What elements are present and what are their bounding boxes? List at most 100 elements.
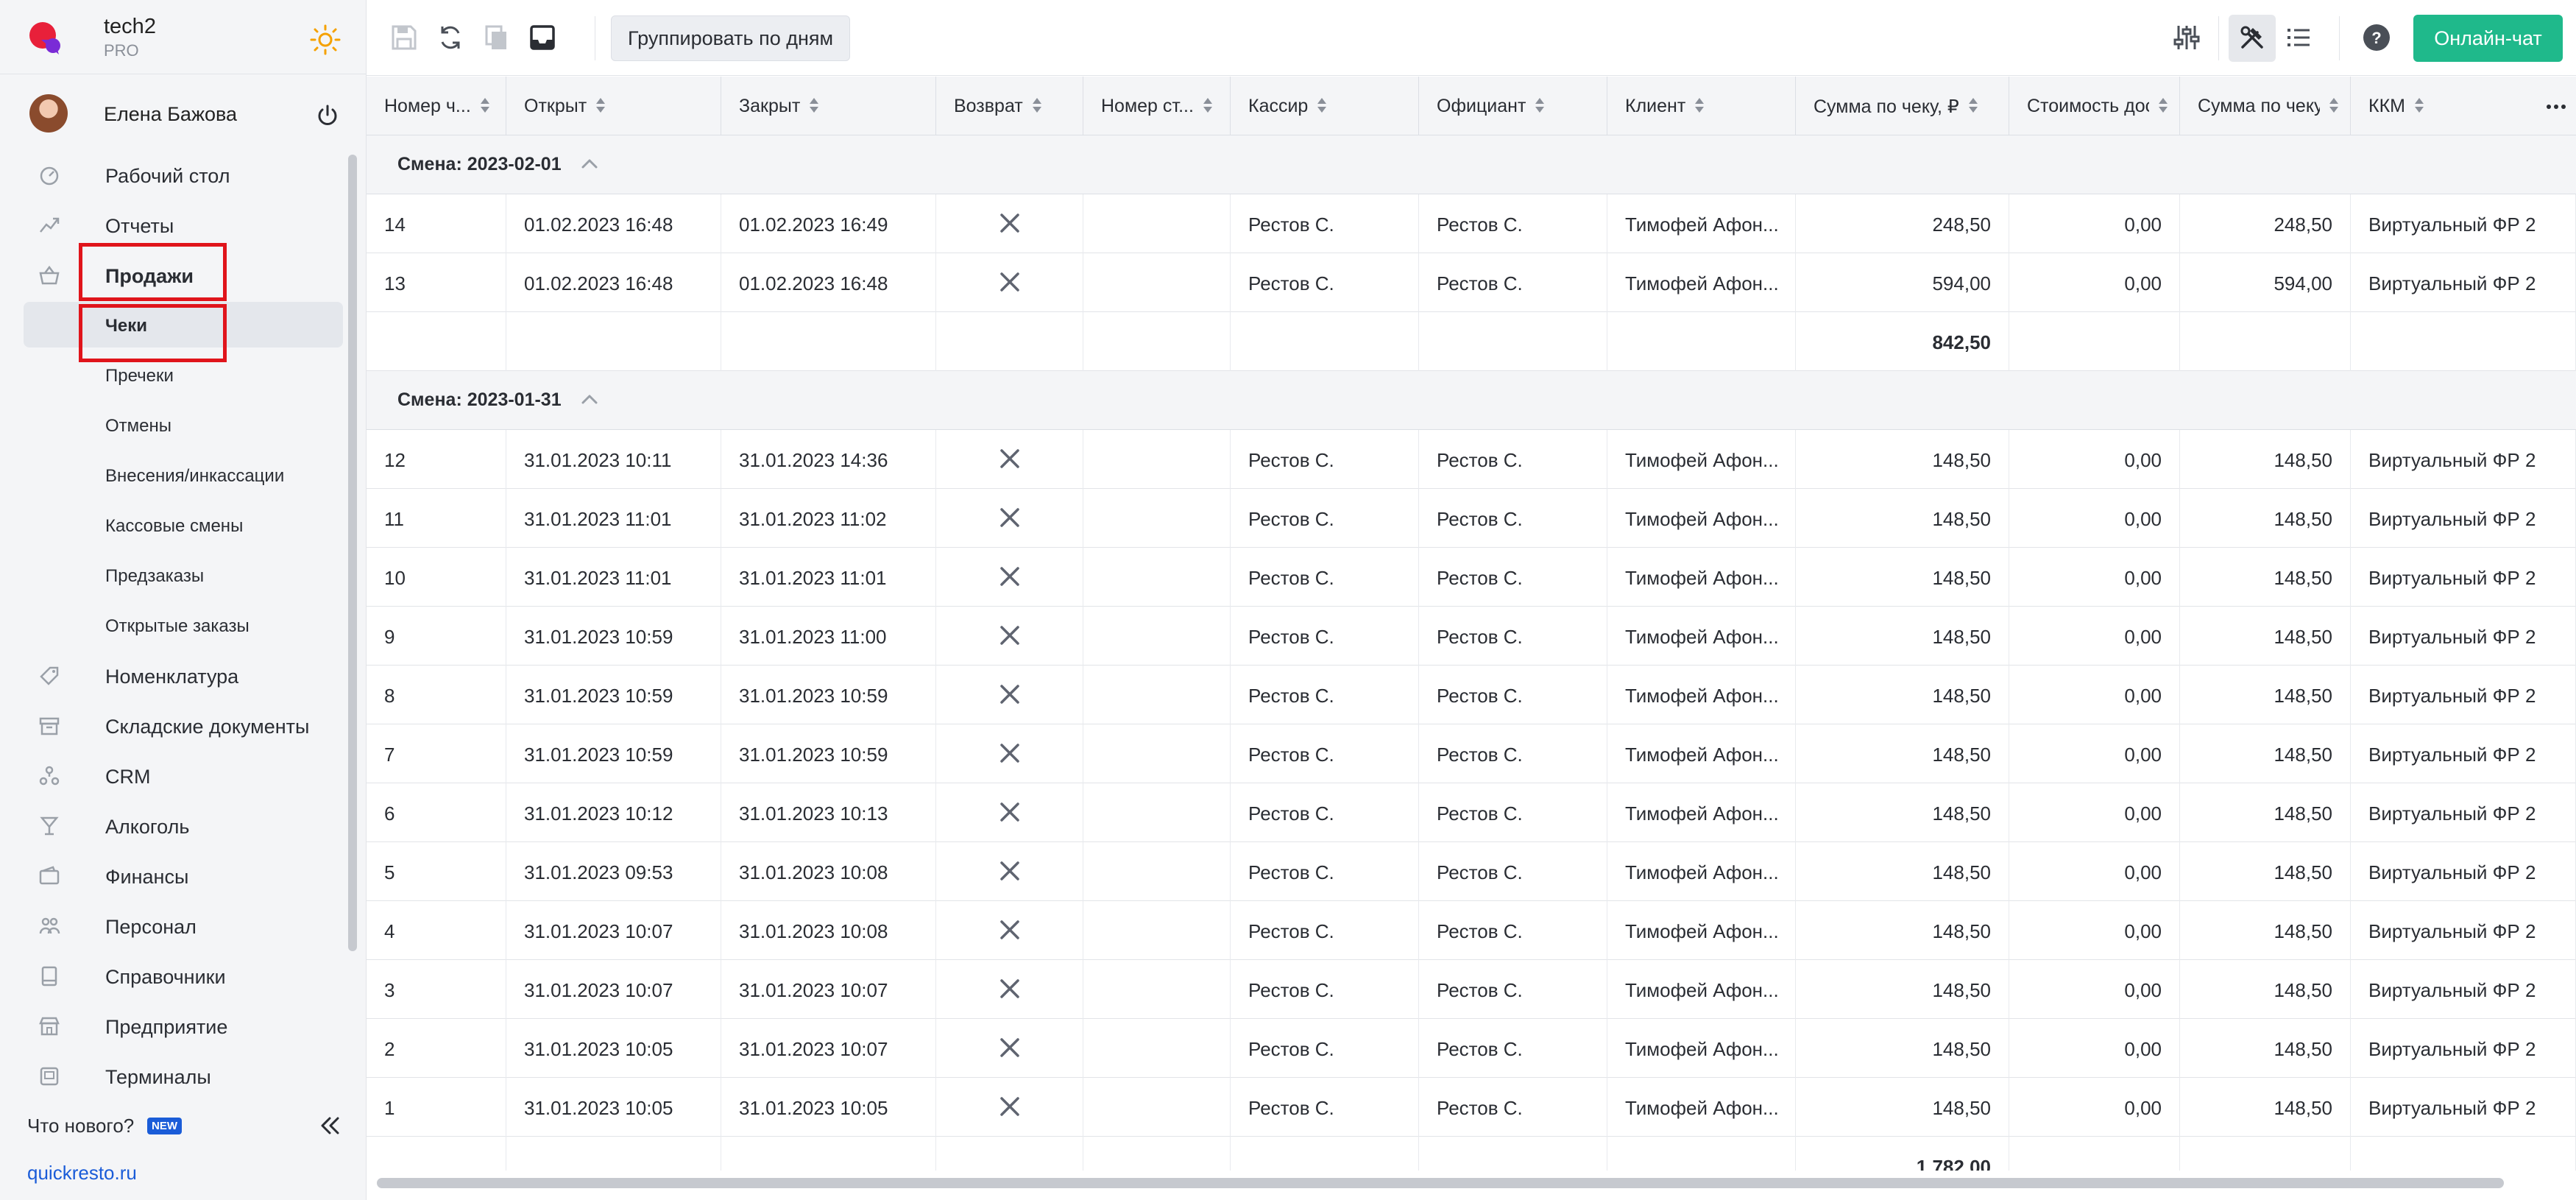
column-header-kkm[interactable]: ККМ <box>2351 77 2576 135</box>
sidebar-item-cash-operations[interactable]: Внесения/инкассации <box>0 452 346 498</box>
user-profile[interactable]: Елена Бажова <box>0 87 367 143</box>
sidebar-item-label: Алкоголь <box>105 816 190 838</box>
sidebar-item-crm[interactable]: CRM <box>0 752 346 798</box>
help-icon[interactable]: ? <box>2361 22 2392 53</box>
list-icon[interactable] <box>2283 22 2314 53</box>
column-header-client[interactable]: Клиент <box>1607 77 1796 135</box>
online-chat-button[interactable]: Онлайн-чат <box>2413 15 2563 62</box>
whats-new-link[interactable]: Что нового? <box>27 1115 134 1137</box>
sidebar-scrollbar[interactable] <box>348 155 357 951</box>
more-columns-icon[interactable] <box>2545 96 2567 118</box>
save-icon[interactable] <box>389 22 420 53</box>
sidebar-item-receipts[interactable]: Чеки <box>24 302 343 347</box>
no-refund-icon <box>1000 272 1019 292</box>
inbox-icon[interactable] <box>527 22 558 53</box>
shift-group-row[interactable]: Смена: 2023-01-31 <box>367 371 2576 430</box>
cell-cashier: Рестов С. <box>1231 783 1419 842</box>
sidebar-item-shifts[interactable]: Кассовые смены <box>0 502 346 548</box>
column-header-cashier[interactable]: Кассир <box>1231 77 1419 135</box>
cell-text: 31.01.2023 10:08 <box>739 920 888 942</box>
table-row[interactable]: 9 31.01.2023 10:59 31.01.2023 11:00 Рестов … <box>367 607 2576 666</box>
column-header-sum[interactable]: Сумма по чеку, ₽ <box>1796 77 2009 135</box>
people-icon <box>39 766 60 786</box>
refresh-icon[interactable] <box>435 22 466 53</box>
sort-icon[interactable] <box>1203 96 1213 114</box>
sidebar-item-label: Чеки <box>105 316 147 336</box>
sort-icon[interactable] <box>1968 96 1978 114</box>
sort-icon[interactable] <box>480 96 490 114</box>
table-row[interactable]: 3 31.01.2023 10:07 31.01.2023 10:07 Рестов … <box>367 960 2576 1019</box>
cell-text: 0,00 <box>2124 626 2162 648</box>
table-row[interactable]: 2 31.01.2023 10:05 31.01.2023 10:07 Рестов … <box>367 1019 2576 1078</box>
cell-refund <box>936 607 1083 666</box>
collapse-sidebar-icon[interactable] <box>316 1112 343 1139</box>
table-row[interactable]: 14 01.02.2023 16:48 01.02.2023 16:49 Рестов… <box>367 194 2576 253</box>
sort-icon[interactable] <box>1317 96 1327 114</box>
sidebar-item-enterprise[interactable]: Предприятие <box>0 1003 346 1048</box>
table-row[interactable]: 7 31.01.2023 10:59 31.01.2023 10:59 Рестов … <box>367 724 2576 783</box>
sidebar-item-cancellations[interactable]: Отмены <box>0 402 346 448</box>
sort-icon[interactable] <box>1535 96 1545 114</box>
cell-sum-total: 148,50 <box>2180 666 2351 724</box>
tools-icon[interactable] <box>2237 22 2268 53</box>
cell-client: Тимофей Афон... <box>1607 724 1796 783</box>
sidebar-item-finance[interactable]: Финансы <box>0 853 346 898</box>
cell-cashier: Рестов С. <box>1231 194 1419 253</box>
sidebar-item-alcohol[interactable]: Алкоголь <box>0 802 346 848</box>
column-header-number[interactable]: Номер ч... <box>367 77 506 135</box>
column-header-opened[interactable]: Открыт <box>506 77 721 135</box>
org-name[interactable]: tech2 <box>104 15 156 39</box>
table-row[interactable]: 10 31.01.2023 11:01 31.01.2023 11:01 Рестов… <box>367 548 2576 607</box>
cell-number: 11 <box>367 489 506 548</box>
sidebar-item-terminals[interactable]: Терминалы <box>0 1053 346 1098</box>
sidebar-item-warehouse[interactable]: Складские документы <box>0 702 346 748</box>
sidebar-item-nomenclature[interactable]: Номенклатура <box>0 652 346 698</box>
cell-sum-total: 148,50 <box>2180 548 2351 607</box>
chevron-up-icon[interactable] <box>580 156 599 171</box>
table-row[interactable]: 1 31.01.2023 10:05 31.01.2023 10:05 Рестов … <box>367 1078 2576 1137</box>
cell-text: 594,00 <box>1932 272 1991 294</box>
sidebar-item-prechecks[interactable]: Пречеки <box>0 352 346 398</box>
column-header-closed[interactable]: Закрыт <box>721 77 936 135</box>
sort-icon[interactable] <box>1032 96 1042 114</box>
chevron-up-icon[interactable] <box>580 392 599 406</box>
sort-icon[interactable] <box>1694 96 1705 114</box>
sort-icon[interactable] <box>809 96 819 114</box>
power-icon[interactable] <box>315 103 340 128</box>
cell-text: Рестов С. <box>1437 1038 1523 1060</box>
copy-icon[interactable] <box>481 22 512 53</box>
table-row[interactable]: 13 01.02.2023 16:48 01.02.2023 16:48 Рестов… <box>367 253 2576 312</box>
sidebar-item-directories[interactable]: Справочники <box>0 953 346 998</box>
sort-icon[interactable] <box>2414 96 2424 114</box>
table-row[interactable]: 11 31.01.2023 11:01 31.01.2023 11:02 Рестов… <box>367 489 2576 548</box>
cell-text: 148,50 <box>2274 508 2332 530</box>
table-row[interactable]: 5 31.01.2023 09:53 31.01.2023 10:08 Рестов … <box>367 842 2576 901</box>
cell-waiter: Рестов С. <box>1419 724 1607 783</box>
site-link[interactable]: quickresto.ru <box>27 1162 137 1185</box>
horizontal-scrollbar[interactable] <box>377 1178 2504 1188</box>
sidebar-item-preorders[interactable]: Предзаказы <box>0 552 346 598</box>
filter-sliders-icon[interactable] <box>2171 22 2202 53</box>
sort-icon[interactable] <box>2329 96 2339 114</box>
sun-icon[interactable] <box>309 24 342 56</box>
sidebar-item-staff[interactable]: Персонал <box>0 903 346 948</box>
shift-group-row[interactable]: Смена: 2023-02-01 <box>367 135 2576 194</box>
sort-icon[interactable] <box>595 96 606 114</box>
table-row[interactable]: 8 31.01.2023 10:59 31.01.2023 10:59 Рестов … <box>367 666 2576 724</box>
group-by-days-button[interactable]: Группировать по дням <box>611 15 851 61</box>
column-header-waiter[interactable]: Официант <box>1419 77 1607 135</box>
cell-text: Тимофей Афон... <box>1625 685 1779 707</box>
sidebar-item-dashboard[interactable]: Рабочий стол <box>0 152 346 197</box>
table-row[interactable]: 6 31.01.2023 10:12 31.01.2023 10:13 Рестов … <box>367 783 2576 842</box>
column-header-delivery-cost[interactable]: Стоимость дос... <box>2009 77 2180 135</box>
column-header-table-number[interactable]: Номер ст... <box>1083 77 1231 135</box>
column-header-sum-total[interactable]: Сумма по чеку ... <box>2180 77 2351 135</box>
column-header-refund[interactable]: Возврат <box>936 77 1083 135</box>
sidebar-item-sales[interactable]: Продажи <box>0 252 346 297</box>
table-row[interactable]: 4 31.01.2023 10:07 31.01.2023 10:08 Рестов … <box>367 901 2576 960</box>
cell-text: 148,50 <box>2274 920 2332 942</box>
sidebar-item-open-orders[interactable]: Открытые заказы <box>0 602 346 648</box>
sidebar-item-reports[interactable]: Отчеты <box>0 202 346 247</box>
table-row[interactable]: 12 31.01.2023 10:11 31.01.2023 14:36 Рестов… <box>367 430 2576 489</box>
sort-icon[interactable] <box>2158 96 2168 114</box>
